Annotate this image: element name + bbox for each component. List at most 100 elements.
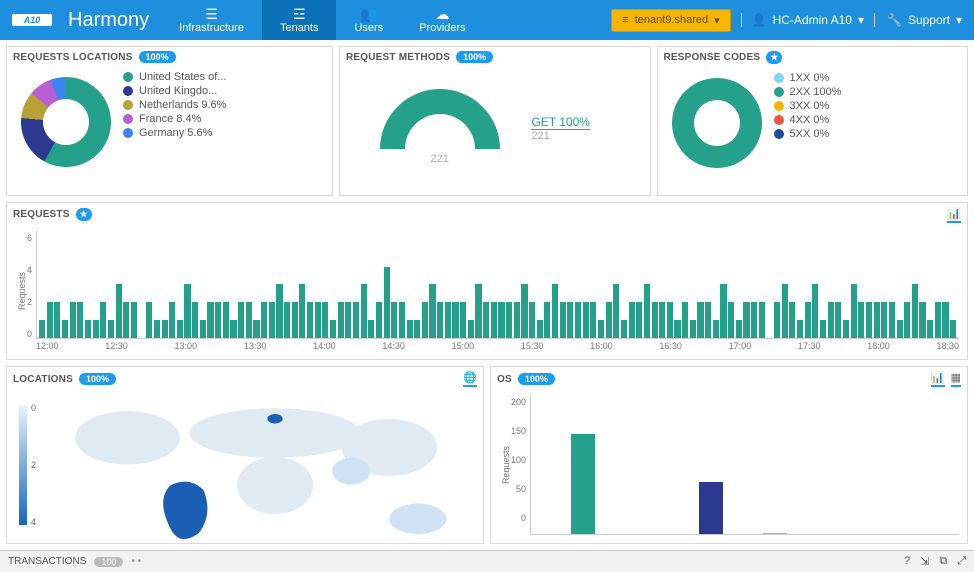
bar[interactable] [238, 302, 244, 338]
bar[interactable] [54, 302, 60, 338]
bar[interactable] [889, 302, 895, 338]
bar[interactable] [169, 302, 175, 338]
bar[interactable] [162, 320, 168, 338]
bar[interactable] [644, 284, 650, 338]
bar[interactable] [284, 302, 290, 338]
bar[interactable] [927, 320, 933, 338]
bar[interactable] [606, 302, 612, 338]
bar[interactable] [468, 320, 474, 338]
bar[interactable] [942, 302, 948, 338]
bar[interactable] [93, 320, 99, 338]
bar[interactable] [805, 302, 811, 338]
bar[interactable] [690, 320, 696, 338]
bar[interactable] [514, 302, 520, 338]
bar[interactable] [820, 320, 826, 338]
world-map[interactable] [37, 395, 475, 535]
bar[interactable] [720, 284, 726, 338]
bar[interactable] [575, 302, 581, 338]
copy-icon[interactable]: ⧉ [939, 555, 947, 568]
bar[interactable] [659, 302, 665, 338]
bar[interactable] [108, 320, 114, 338]
expand-icon[interactable]: ⤢ [957, 555, 966, 568]
nav-infrastructure[interactable]: ☰ Infrastructure [161, 0, 262, 40]
legend-item[interactable]: 4XX 0% [774, 114, 842, 126]
footer-label[interactable]: TRANSACTIONS [8, 556, 86, 567]
nav-providers[interactable]: ☁ Providers [401, 0, 483, 40]
help-icon[interactable]: ? [904, 555, 910, 568]
bar[interactable] [835, 302, 841, 338]
bar[interactable] [636, 302, 642, 338]
star-badge[interactable]: ★ [766, 51, 782, 64]
bar[interactable] [774, 302, 780, 338]
bar[interactable] [828, 302, 834, 338]
bar[interactable] [215, 302, 221, 338]
bar[interactable] [797, 320, 803, 338]
chart-icon[interactable]: 📊 [931, 371, 945, 387]
bar[interactable] [629, 302, 635, 338]
bar[interactable] [269, 302, 275, 338]
bar[interactable] [529, 302, 535, 338]
bar[interactable] [713, 320, 719, 338]
tenant-selector-button[interactable]: ≡ tenant9.shared ▾ [611, 9, 730, 32]
bar[interactable] [100, 302, 106, 338]
bar[interactable] [345, 302, 351, 338]
bar[interactable] [384, 267, 390, 339]
bar[interactable] [123, 302, 129, 338]
bar[interactable] [276, 284, 282, 338]
bar[interactable] [881, 302, 887, 338]
bar[interactable] [361, 284, 367, 338]
bar[interactable] [338, 302, 344, 338]
bar[interactable] [177, 320, 183, 338]
bar[interactable] [521, 284, 527, 338]
bar[interactable] [246, 302, 252, 338]
bar[interactable] [613, 284, 619, 338]
bar[interactable] [537, 320, 543, 338]
legend-item[interactable]: 5XX 0% [774, 128, 842, 140]
nav-users[interactable]: 👥 Users [336, 0, 401, 40]
bar[interactable] [598, 320, 604, 338]
bar[interactable] [460, 302, 466, 338]
bar[interactable] [697, 302, 703, 338]
bar[interactable] [736, 320, 742, 338]
support-menu[interactable]: 🔧 Support ▾ [875, 13, 974, 27]
bar[interactable] [77, 302, 83, 338]
bar[interactable] [728, 302, 734, 338]
bar[interactable] [154, 320, 160, 338]
bar[interactable] [253, 320, 259, 338]
bar[interactable] [843, 320, 849, 338]
bar[interactable] [192, 302, 198, 338]
bar[interactable] [353, 302, 359, 338]
bar[interactable] [498, 302, 504, 338]
user-menu[interactable]: 👤 HC-Admin A10 ▾ [742, 13, 874, 27]
bar[interactable] [376, 302, 382, 338]
bar[interactable] [445, 302, 451, 338]
bar[interactable] [560, 302, 566, 338]
legend-item[interactable]: United Kingdo... [123, 85, 226, 97]
bar[interactable] [667, 302, 673, 338]
bar[interactable] [789, 302, 795, 338]
bar[interactable] [116, 284, 122, 338]
bar[interactable] [391, 302, 397, 338]
legend-item[interactable]: United States of... [123, 71, 226, 83]
bar[interactable] [437, 302, 443, 338]
bar[interactable] [399, 302, 405, 338]
bar[interactable] [544, 302, 550, 338]
bar[interactable] [763, 533, 787, 534]
bar[interactable] [912, 284, 918, 338]
legend-item[interactable]: Germany 5.6% [123, 127, 226, 139]
method-stat-label[interactable]: GET 100% [531, 115, 589, 130]
bar[interactable] [292, 302, 298, 338]
bar[interactable] [368, 320, 374, 338]
legend-item[interactable]: 2XX 100% [774, 86, 842, 98]
bar[interactable] [70, 302, 76, 338]
bar[interactable] [184, 284, 190, 338]
bar[interactable] [950, 320, 956, 338]
bar[interactable] [743, 302, 749, 338]
bar[interactable] [146, 302, 152, 338]
chart-icon[interactable]: 📊 [947, 207, 961, 223]
bar[interactable] [904, 302, 910, 338]
percent-badge[interactable]: 100% [456, 51, 493, 63]
bar[interactable] [652, 302, 658, 338]
legend-item[interactable]: 3XX 0% [774, 100, 842, 112]
bar[interactable] [322, 302, 328, 338]
